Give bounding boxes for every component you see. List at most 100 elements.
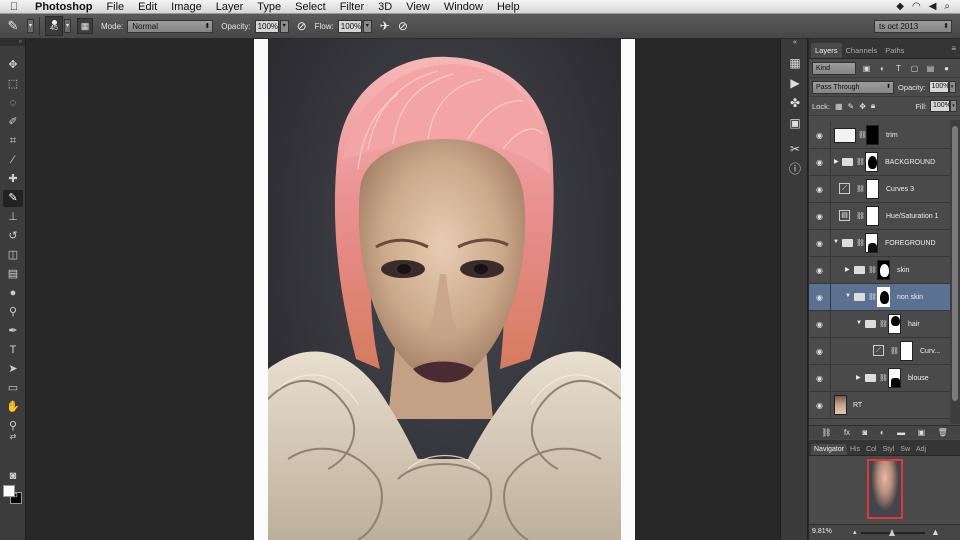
brush-preset-picker[interactable]: 45: [45, 16, 63, 36]
menu-app[interactable]: Photoshop: [28, 0, 99, 14]
tab-paths[interactable]: Paths: [881, 43, 908, 58]
menu-select[interactable]: Select: [288, 0, 333, 14]
layer-rt[interactable]: ◉ RT: [809, 392, 950, 419]
trash-icon[interactable]: 🗑︎: [938, 428, 948, 437]
expand-triangle-icon[interactable]: ▶: [834, 158, 839, 165]
marquee-tool-icon[interactable]: ⬚: [3, 76, 23, 93]
fill-input[interactable]: 100%: [930, 100, 951, 112]
expand-triangle-icon[interactable]: ▶: [856, 374, 861, 381]
adjustment-layer-icon[interactable]: ◐: [880, 428, 885, 437]
mask-link-icon[interactable]: ⛓: [856, 212, 865, 220]
layer-group-hair[interactable]: ◉ ▼ ⛓ hair: [809, 311, 950, 338]
layer-mask-thumbnail[interactable]: [888, 368, 901, 388]
lock-all-icon[interactable]: 🔒︎: [871, 101, 875, 111]
menu-window[interactable]: Window: [437, 0, 490, 14]
path-select-tool-icon[interactable]: ➤: [3, 361, 23, 378]
layer-mask-thumbnail[interactable]: [877, 260, 890, 280]
menu-help[interactable]: Help: [490, 0, 527, 14]
lasso-tool-icon[interactable]: ◌: [3, 95, 23, 112]
mask-link-icon[interactable]: ⛓: [856, 239, 865, 247]
workspace-switcher[interactable]: ts oct 2013: [874, 19, 952, 33]
zoom-out-icon[interactable]: ▴: [853, 528, 857, 536]
layer-hue-saturation-1[interactable]: ◉ ▤ ⛓ Hue/Saturation 1: [809, 203, 950, 230]
navigator-preview[interactable]: [809, 456, 960, 524]
layer-group-background[interactable]: ◉ ▶ ⛓ BACKGROUND: [809, 149, 950, 176]
menu-3d[interactable]: 3D: [371, 0, 399, 14]
layer-mask-thumbnail[interactable]: [877, 287, 890, 307]
clone-stamp-tool-icon[interactable]: ⊥: [3, 209, 23, 226]
link-layers-icon[interactable]: ⛓: [821, 428, 831, 437]
layer-mask-thumbnail[interactable]: [888, 314, 901, 334]
filter-smart-object-icon[interactable]: ▤: [925, 63, 936, 74]
expand-triangle-icon[interactable]: ▶: [845, 266, 850, 273]
mask-link-icon[interactable]: ⛓: [879, 320, 888, 328]
tab-histogram[interactable]: His: [847, 444, 863, 455]
menu-view[interactable]: View: [399, 0, 437, 14]
visibility-eye-icon[interactable]: ◉: [809, 338, 831, 365]
visibility-eye-icon[interactable]: ◉: [809, 311, 831, 338]
layer-group-skin[interactable]: ◉ ▶ ⛓ skin: [809, 257, 950, 284]
menu-image[interactable]: Image: [164, 0, 209, 14]
menu-edit[interactable]: Edit: [131, 0, 164, 14]
add-mask-icon[interactable]: ◙: [863, 428, 868, 437]
flow-input[interactable]: 100%: [337, 19, 362, 33]
scrollbar-thumb[interactable]: [952, 126, 958, 401]
layer-mask-thumbnail[interactable]: [866, 206, 879, 226]
mask-link-icon[interactable]: ⛓: [868, 266, 877, 274]
blend-mode-select[interactable]: Pass Through: [812, 80, 894, 94]
tab-layers[interactable]: Layers: [811, 43, 842, 58]
visibility-eye-icon[interactable]: ◉: [809, 149, 831, 176]
healing-brush-tool-icon[interactable]: ✚: [3, 171, 23, 188]
menu-type[interactable]: Type: [250, 0, 288, 14]
pressure-size-icon[interactable]: ⊘: [398, 19, 408, 33]
collapse-triangle-icon[interactable]: ▼: [856, 320, 862, 326]
pen-tool-icon[interactable]: ✒: [3, 323, 23, 340]
lock-image-icon[interactable]: ✎: [848, 102, 855, 111]
menu-filter[interactable]: Filter: [333, 0, 371, 14]
opacity-input[interactable]: 100%: [254, 19, 279, 33]
layer-mask-thumbnail[interactable]: [865, 152, 878, 172]
tab-navigator[interactable]: Navigator: [811, 444, 847, 455]
actions-panel-icon[interactable]: ▶: [785, 75, 805, 92]
layer-mask-thumbnail[interactable]: [865, 233, 878, 253]
layer-trim[interactable]: ◉ ⛓ trim: [809, 122, 950, 149]
gradient-tool-icon[interactable]: ▤: [3, 266, 23, 283]
volume-icon[interactable]: ◀: [929, 1, 937, 12]
zoom-in-icon[interactable]: ▲: [931, 527, 940, 537]
panel-grip[interactable]: »: [0, 39, 25, 46]
layer-group-non-skin[interactable]: ◉ ▼ ⛓ non skin: [809, 284, 950, 311]
lock-position-icon[interactable]: ✥: [859, 102, 866, 111]
layer-opacity-dropdown[interactable]: ▾: [948, 81, 956, 93]
layer-style-icon[interactable]: fx: [844, 428, 850, 437]
fill-dropdown[interactable]: ▾: [950, 100, 957, 112]
filter-type-icon[interactable]: T: [893, 63, 904, 74]
dropbox-icon[interactable]: ◆: [896, 1, 904, 12]
new-layer-icon[interactable]: ▣: [918, 428, 926, 437]
brush-presets-icon[interactable]: ✤: [785, 95, 805, 112]
brush-panel-toggle-icon[interactable]: ▦: [77, 18, 93, 34]
blur-tool-icon[interactable]: ●: [3, 285, 23, 302]
new-group-icon[interactable]: ▬: [897, 428, 905, 437]
mask-link-icon[interactable]: ⛓: [890, 347, 899, 355]
hand-tool-icon[interactable]: ✋: [3, 399, 23, 416]
filter-shape-icon[interactable]: ▢: [909, 63, 920, 74]
lock-transparency-icon[interactable]: ▦: [835, 102, 843, 111]
properties-panel-icon[interactable]: ▣: [785, 115, 805, 132]
layer-mask-thumbnail[interactable]: [866, 125, 879, 145]
layer-curves[interactable]: ◉ ⟋ ⛓ Curv...: [809, 338, 950, 365]
visibility-eye-icon[interactable]: ◉: [809, 257, 831, 284]
layers-scrollbar[interactable]: [950, 120, 960, 424]
eraser-tool-icon[interactable]: ◫: [3, 247, 23, 264]
portrait-photo[interactable]: [268, 39, 621, 540]
dock-collapse-icon[interactable]: «: [785, 39, 805, 47]
filter-kind-select[interactable]: Kind: [812, 61, 856, 75]
brush-tool-icon[interactable]: ✎: [3, 190, 23, 207]
layer-opacity-input[interactable]: 100%: [928, 81, 949, 93]
quick-mask-icon[interactable]: ◙: [3, 468, 23, 485]
visibility-eye-icon[interactable]: ◉: [809, 392, 831, 419]
zoom-percentage[interactable]: 9.81%: [812, 528, 832, 535]
move-tool-icon[interactable]: ✥: [3, 57, 23, 74]
tool-preset-dropdown[interactable]: ▾: [27, 19, 34, 33]
layer-curves-3[interactable]: ◉ ⟋ ⛓ Curves 3: [809, 176, 950, 203]
visibility-eye-icon[interactable]: ◉: [809, 203, 831, 230]
